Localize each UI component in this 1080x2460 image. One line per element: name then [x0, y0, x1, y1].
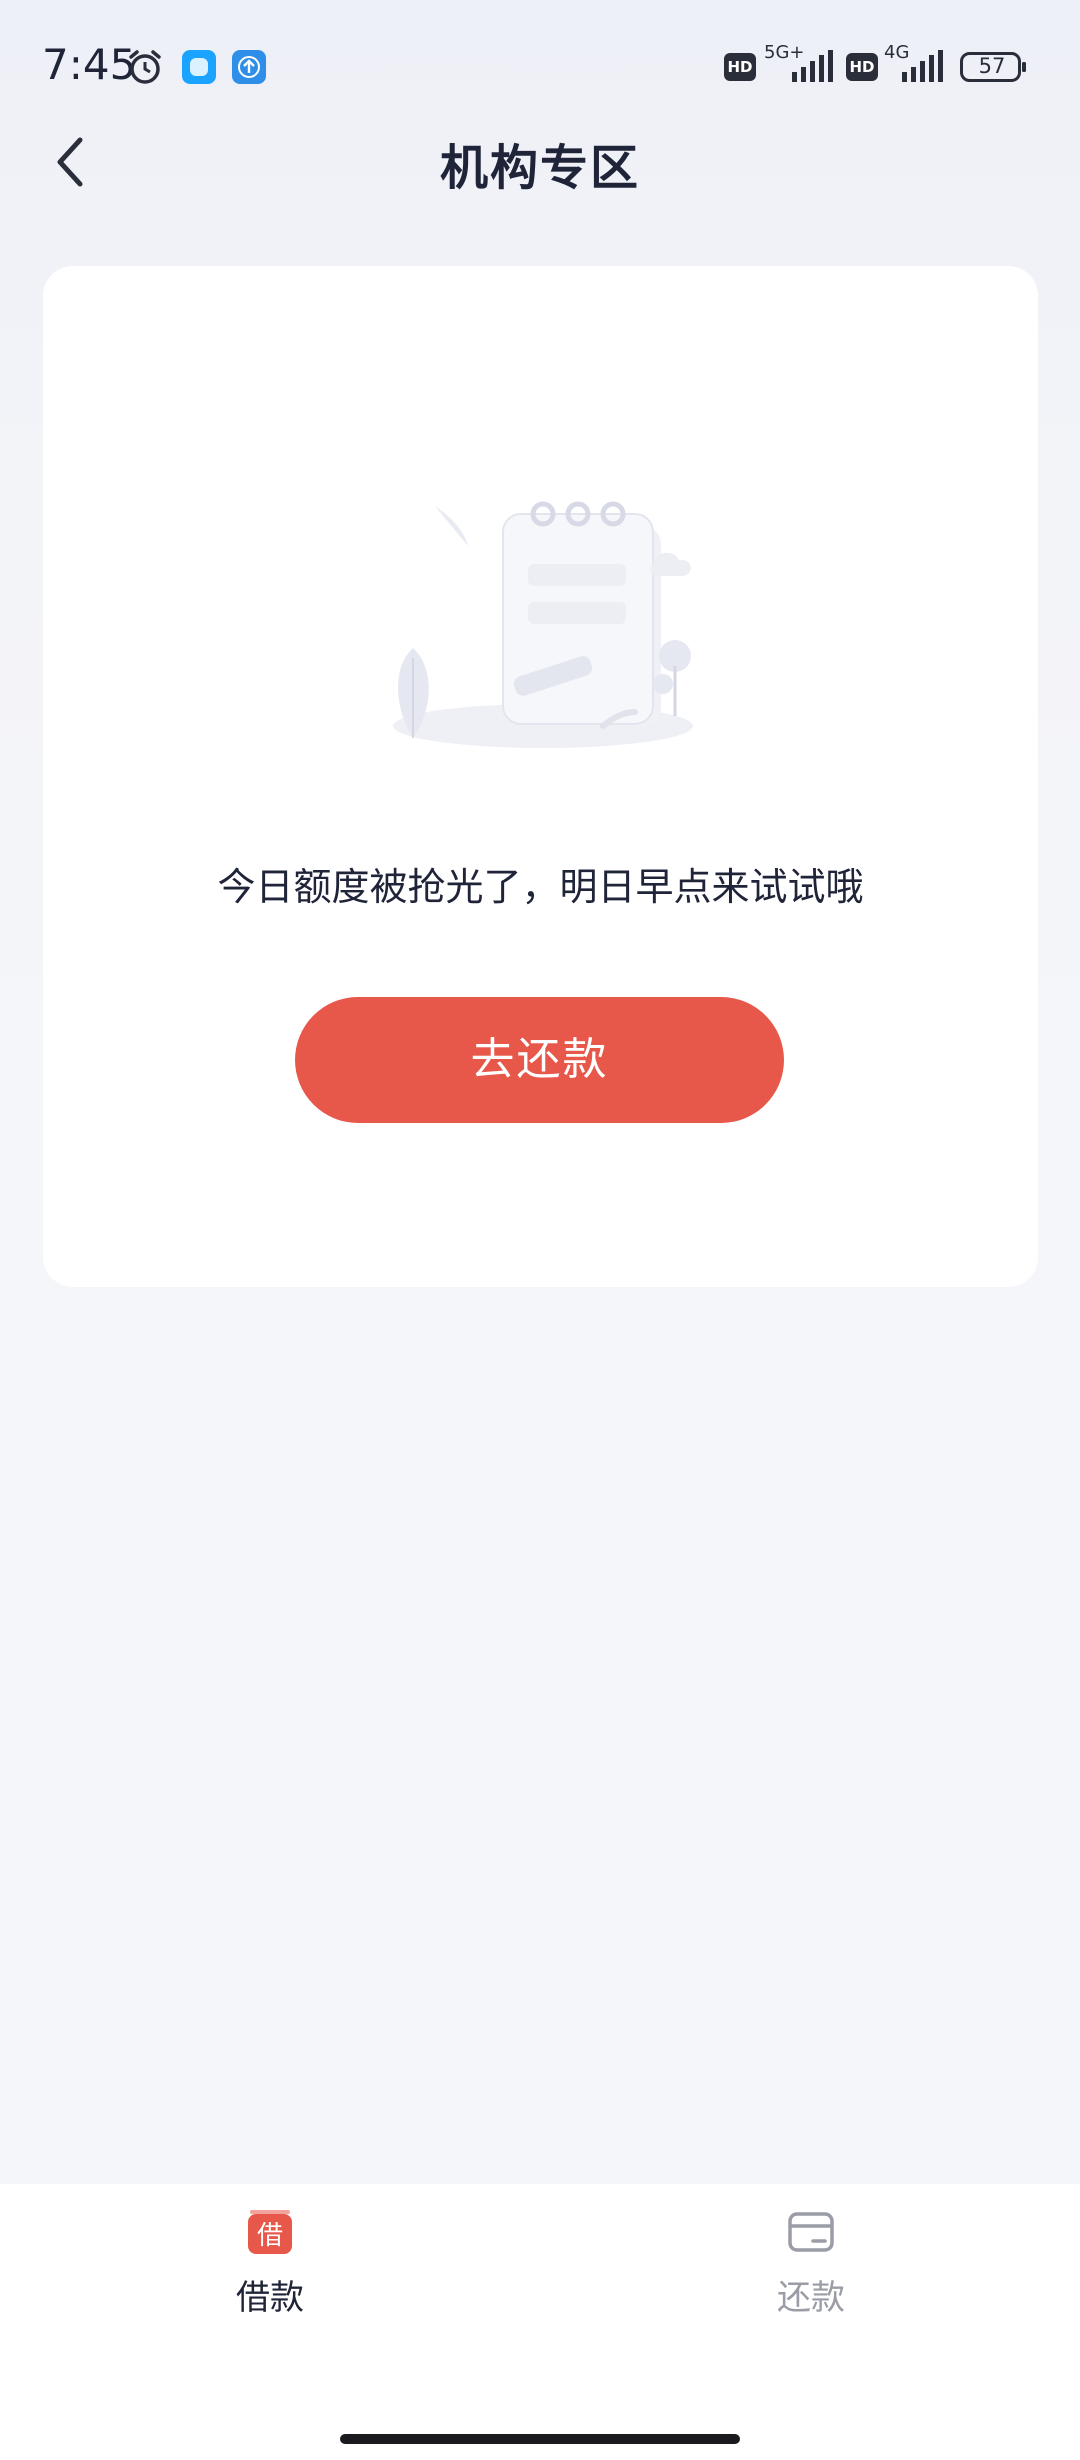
empty-notebook-illustration: [393, 501, 693, 748]
nav-label-borrow: 借款: [236, 2278, 304, 2318]
nav-label-repay: 还款: [777, 2278, 845, 2318]
empty-state-card: 今日额度被抢光了，明日早点来试试哦 去还款: [43, 266, 1038, 1287]
hd-badge: HD: [846, 53, 878, 81]
signal-icon: [792, 50, 833, 82]
nav-item-borrow[interactable]: 借 借款: [170, 2208, 370, 2319]
nav-item-repay[interactable]: 还款: [711, 2208, 911, 2319]
page-title: 机构专区: [439, 140, 640, 196]
signal-icon: [902, 50, 943, 82]
upload-notification-icon: [232, 50, 266, 84]
borrow-icon-text: 借: [257, 2221, 283, 2251]
empty-message: 今日额度被抢光了，明日早点来试试哦: [217, 865, 864, 909]
borrow-icon: 借: [248, 2210, 292, 2254]
app-notification-icon: [182, 50, 216, 84]
status-bar: 7:45 HD 5G+ HD 4G 57: [0, 0, 1080, 135]
home-indicator[interactable]: [340, 2434, 740, 2444]
alarm-icon: [129, 50, 161, 84]
status-time: 7:45: [42, 40, 137, 89]
battery-level: 57: [978, 54, 1006, 78]
go-repay-button[interactable]: 去还款: [295, 997, 784, 1123]
card-icon: [788, 2212, 834, 2252]
bottom-nav: 借 借款 还款: [0, 2184, 1080, 2460]
hd-badge: HD: [724, 53, 756, 81]
